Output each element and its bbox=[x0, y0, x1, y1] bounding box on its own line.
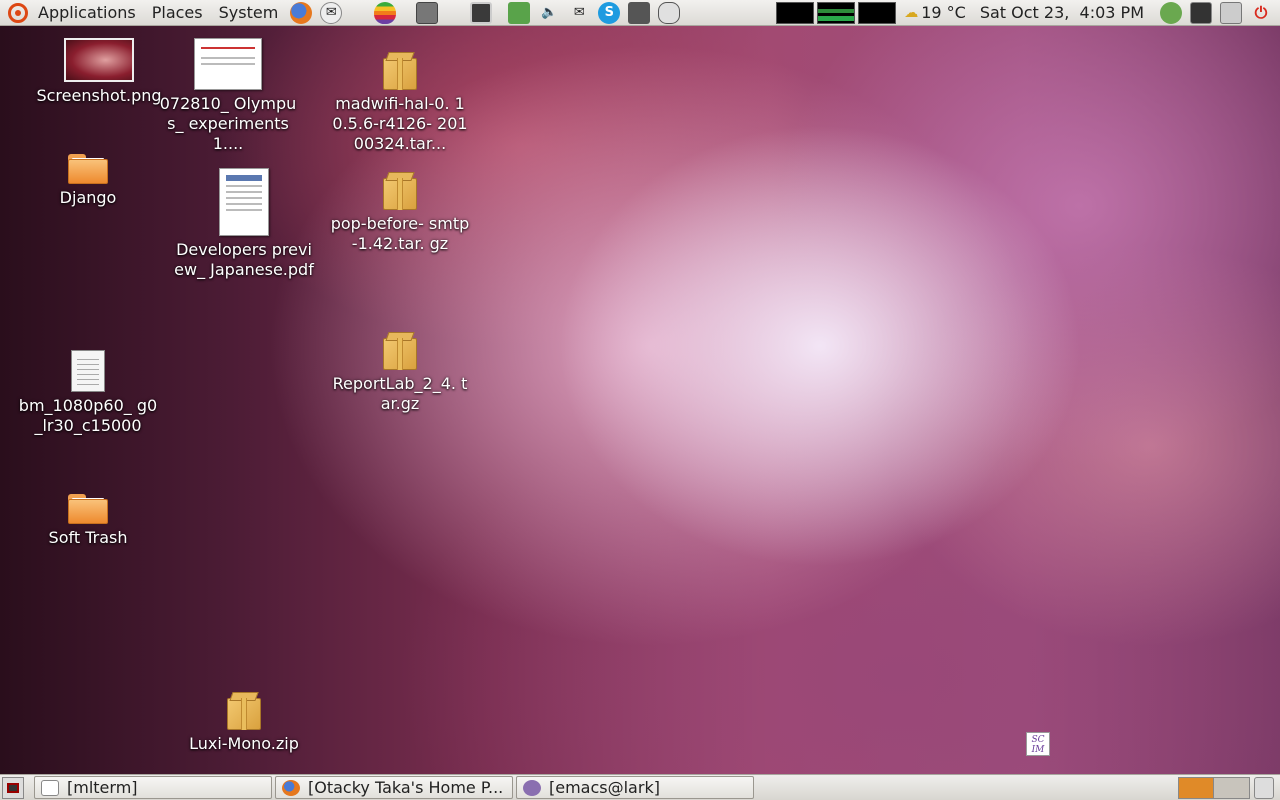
scim-tray-icon[interactable]: SC IM bbox=[1026, 732, 1050, 756]
weather-temperature: 19 °C bbox=[921, 3, 966, 22]
taskbar-item-label: [emacs@lark] bbox=[549, 778, 660, 797]
desktop-icon-developers-pdf[interactable]: Developers preview_ Japanese.pdf bbox=[174, 168, 314, 280]
desktop-icon-bm-1080p60[interactable]: bm_1080p60_ g0_lr30_c15000 bbox=[18, 350, 158, 436]
network-monitor-graph[interactable] bbox=[858, 1, 897, 24]
desktop-icon-screenshot[interactable]: Screenshot.png bbox=[29, 38, 169, 106]
icon-label: Screenshot.png bbox=[36, 86, 162, 105]
firefox-launcher-icon[interactable] bbox=[290, 1, 313, 24]
weather-cloud-icon: ☁ bbox=[904, 4, 919, 21]
apple-icon[interactable] bbox=[374, 1, 397, 24]
trash-icon[interactable] bbox=[1254, 776, 1274, 799]
icon-label: Developers preview_ Japanese.pdf bbox=[174, 240, 314, 279]
icon-label: Soft Trash bbox=[48, 528, 128, 547]
messaging-icon[interactable]: ✉ bbox=[568, 2, 590, 24]
menu-system[interactable]: System bbox=[211, 0, 287, 26]
camera-icon[interactable] bbox=[416, 1, 439, 24]
show-desktop-button[interactable] bbox=[2, 776, 24, 799]
display-icon[interactable] bbox=[1190, 1, 1212, 24]
package-icon bbox=[383, 52, 417, 90]
icon-label: Django bbox=[59, 188, 117, 207]
icon-label: bm_1080p60_ g0_lr30_c15000 bbox=[18, 396, 158, 435]
document-icon bbox=[194, 38, 262, 90]
icon-label: ReportLab_2_4. tar.gz bbox=[332, 374, 468, 413]
menu-places[interactable]: Places bbox=[144, 0, 211, 26]
workspace-2[interactable] bbox=[1214, 776, 1250, 799]
desktop-icon-reportlab[interactable]: ReportLab_2_4. tar.gz bbox=[330, 332, 470, 414]
volume-icon[interactable]: 🔈 bbox=[538, 2, 560, 24]
folder-icon bbox=[68, 494, 108, 524]
desktop-icon-olympus-doc[interactable]: 072810_ Olympus_ experiments1.... bbox=[158, 38, 298, 154]
firefox-window-icon bbox=[282, 779, 300, 796]
icon-label: madwifi-hal-0. 10.5.6-r4126- 20100324.ta… bbox=[332, 94, 468, 153]
taskbar-item-browser[interactable]: [Otacky Taka's Home P... bbox=[275, 776, 513, 799]
top-panel: Applications Places System ✉ 🔈 ✉ S ☁ 19 … bbox=[0, 0, 1280, 26]
text-file-icon bbox=[71, 350, 105, 392]
icon-label: Luxi-Mono.zip bbox=[189, 734, 299, 753]
taskbar-item-mlterm[interactable]: [mlterm] bbox=[34, 776, 272, 799]
status-badge-icon[interactable] bbox=[658, 1, 681, 24]
wireless-icon[interactable] bbox=[1160, 1, 1182, 24]
taskbar-item-label: [mlterm] bbox=[67, 778, 138, 797]
icon-label: 072810_ Olympus_ experiments1.... bbox=[159, 94, 297, 153]
desktop-icon-pop-before-smtp[interactable]: pop-before- smtp-1.42.tar. gz bbox=[330, 172, 470, 254]
menu-applications[interactable]: Applications bbox=[30, 0, 144, 26]
monitor-applet-icon[interactable] bbox=[470, 1, 493, 24]
desktop-icon-django[interactable]: Django bbox=[18, 154, 158, 208]
desktop-icon-soft-trash[interactable]: Soft Trash bbox=[18, 494, 158, 548]
image-thumbnail-icon bbox=[64, 38, 134, 82]
folder-icon bbox=[68, 154, 108, 184]
cpu-monitor-graph[interactable] bbox=[776, 1, 815, 24]
weather-clock-area[interactable]: ☁ 19 °C Sat Oct 23, 4:03 PM bbox=[904, 3, 1144, 22]
workspace-1[interactable] bbox=[1178, 776, 1214, 799]
skype-icon[interactable]: S bbox=[598, 1, 621, 24]
emacs-window-icon bbox=[523, 779, 541, 796]
icon-label: pop-before- smtp-1.42.tar. gz bbox=[330, 214, 470, 253]
terminal-window-icon bbox=[41, 779, 59, 796]
printer-icon[interactable] bbox=[1220, 1, 1242, 24]
ubuntu-logo-icon[interactable] bbox=[8, 2, 28, 23]
taskbar-item-label: [Otacky Taka's Home P... bbox=[308, 778, 504, 797]
bottom-panel: [mlterm] [Otacky Taka's Home P... [emacs… bbox=[0, 774, 1280, 800]
desktop-icon-luxi-mono[interactable]: Luxi-Mono.zip bbox=[174, 692, 314, 754]
package-icon bbox=[383, 332, 417, 370]
network-manager-icon[interactable] bbox=[628, 1, 651, 24]
pdf-icon bbox=[219, 168, 269, 236]
taskbar-item-emacs[interactable]: [emacs@lark] bbox=[516, 776, 754, 799]
clock-text: Sat Oct 23, 4:03 PM bbox=[979, 3, 1144, 22]
desktop-icon-madwifi[interactable]: madwifi-hal-0. 10.5.6-r4126- 20100324.ta… bbox=[330, 52, 470, 154]
update-notifier-icon[interactable] bbox=[508, 1, 531, 24]
package-icon bbox=[227, 692, 261, 730]
memory-monitor-graph[interactable] bbox=[817, 1, 856, 24]
mail-launcher-icon[interactable]: ✉ bbox=[320, 1, 343, 24]
package-icon bbox=[383, 172, 417, 210]
shutdown-icon[interactable]: ⏻ bbox=[1250, 2, 1272, 24]
